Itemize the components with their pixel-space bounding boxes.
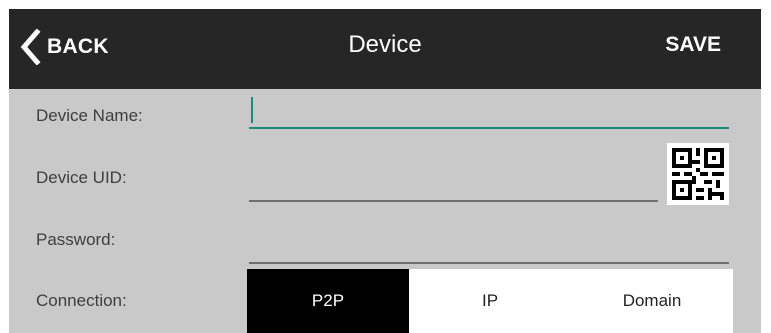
qr-code-icon bbox=[672, 148, 724, 200]
password-label: Password: bbox=[36, 230, 116, 249]
page-title: Device bbox=[348, 31, 422, 58]
text-caret bbox=[251, 97, 253, 123]
connection-option-ip[interactable]: IP bbox=[409, 269, 571, 333]
qr-scan-button[interactable] bbox=[667, 143, 729, 205]
header-bar: BACK Device SAVE bbox=[9, 9, 761, 89]
connection-option-p2p[interactable]: P2P bbox=[247, 269, 409, 333]
device-screen: BACK Device SAVE Device Name: Device UID… bbox=[9, 9, 761, 333]
password-field[interactable] bbox=[249, 228, 729, 264]
device-name-field[interactable] bbox=[249, 93, 729, 129]
connection-option-domain[interactable]: Domain bbox=[571, 269, 733, 333]
save-button[interactable]: SAVE bbox=[665, 33, 721, 57]
connection-label: Connection: bbox=[36, 291, 127, 310]
device-uid-label: Device UID: bbox=[36, 168, 127, 187]
connection-segmented-control: P2P IP Domain bbox=[247, 269, 733, 333]
device-uid-field[interactable] bbox=[249, 166, 658, 202]
device-name-label: Device Name: bbox=[36, 106, 143, 125]
